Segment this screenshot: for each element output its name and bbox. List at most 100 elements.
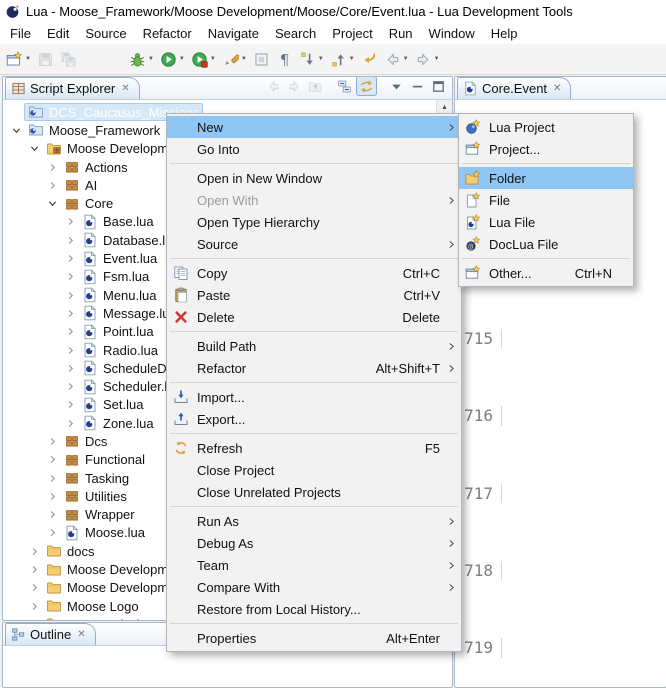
dropdown-caret-icon[interactable]: ▼ — [25, 56, 31, 62]
menu-item[interactable]: Refactor Alt+Shift+T — [167, 357, 461, 379]
tab-script-explorer[interactable]: Script Explorer ✕ — [5, 77, 140, 99]
chevclosed-icon[interactable] — [47, 436, 58, 447]
chevopen-icon[interactable] — [29, 143, 40, 154]
tab-core-event[interactable]: Core.Event ✕ — [457, 77, 571, 99]
dropdown-caret-icon[interactable]: ▼ — [318, 56, 324, 62]
close-icon[interactable]: ✕ — [553, 84, 561, 94]
expand-arrow[interactable] — [45, 491, 60, 502]
expand-arrow[interactable] — [63, 235, 78, 246]
submenu-item[interactable]: File — [459, 189, 633, 211]
menu-item[interactable]: Export... — [167, 408, 461, 430]
view-tool-button[interactable] — [335, 77, 354, 95]
view-tool-button[interactable] — [429, 77, 448, 95]
expand-arrow[interactable] — [27, 601, 42, 612]
menu-item[interactable]: Properties Alt+Enter — [167, 627, 461, 649]
expand-arrow[interactable] — [45, 454, 60, 465]
menubar-item[interactable]: Window — [421, 24, 483, 43]
dropdown-caret-icon[interactable]: ▼ — [179, 56, 185, 62]
menu-item[interactable]: Open in New Window — [167, 167, 461, 189]
menu-item[interactable]: Open With — [167, 189, 461, 211]
expand-arrow[interactable] — [63, 253, 78, 264]
menu-item[interactable]: Run As — [167, 510, 461, 532]
toolbar-button[interactable]: ▼ — [4, 47, 33, 71]
toolbar-button[interactable] — [58, 47, 79, 71]
menu-item[interactable]: Compare With — [167, 576, 461, 598]
menu-item[interactable]: Delete Delete — [167, 306, 461, 328]
menu-item[interactable]: Go Into — [167, 138, 461, 160]
menu-item[interactable]: Open Type Hierarchy — [167, 211, 461, 233]
expand-arrow[interactable] — [27, 619, 42, 620]
menu-item[interactable]: Import... — [167, 386, 461, 408]
menu-item[interactable]: Close Unrelated Projects — [167, 481, 461, 503]
expand-arrow[interactable] — [63, 399, 78, 410]
submenu-item[interactable]: Project... — [459, 138, 633, 160]
chevclosed-icon[interactable] — [65, 253, 76, 264]
chevopen-icon[interactable] — [47, 198, 58, 209]
chevclosed-icon[interactable] — [65, 290, 76, 301]
chevclosed-icon[interactable] — [47, 527, 58, 538]
view-tool-button[interactable] — [387, 77, 406, 95]
expand-arrow[interactable] — [45, 162, 60, 173]
toolbar-button[interactable]: ▼ — [413, 47, 442, 71]
chevclosed-icon[interactable] — [65, 345, 76, 356]
chevclosed-icon[interactable] — [65, 399, 76, 410]
view-tool-button[interactable] — [356, 76, 377, 96]
toolbar-button[interactable]: ▼ — [297, 47, 326, 71]
toolbar-button[interactable]: ▼ — [158, 47, 187, 71]
toolbar-button[interactable]: ▼ — [382, 47, 411, 71]
chevclosed-icon[interactable] — [47, 473, 58, 484]
menu-item[interactable]: Team — [167, 554, 461, 576]
chevopen-icon[interactable] — [11, 125, 22, 136]
expand-arrow[interactable] — [45, 198, 60, 209]
expand-arrow[interactable] — [27, 582, 42, 593]
expand-arrow[interactable] — [45, 180, 60, 191]
menu-item[interactable]: Source — [167, 233, 461, 255]
menubar-item[interactable]: Run — [381, 24, 421, 43]
chevclosed-icon[interactable] — [29, 546, 40, 557]
expand-arrow[interactable] — [45, 527, 60, 538]
dropdown-caret-icon[interactable]: ▼ — [434, 56, 440, 62]
expand-arrow[interactable] — [63, 216, 78, 227]
view-tool-button[interactable] — [408, 77, 427, 95]
expand-arrow[interactable] — [63, 381, 78, 392]
menubar-item[interactable]: Source — [77, 24, 134, 43]
chevclosed-icon[interactable] — [65, 235, 76, 246]
menu-item[interactable]: Copy Ctrl+C — [167, 262, 461, 284]
expand-arrow[interactable] — [63, 345, 78, 356]
toolbar-button[interactable] — [35, 47, 56, 71]
menu-item[interactable]: Refresh F5 — [167, 437, 461, 459]
menubar-item[interactable]: File — [2, 24, 39, 43]
submenu-item[interactable]: Lua Project — [459, 116, 633, 138]
expand-arrow[interactable] — [27, 546, 42, 557]
toolbar-button[interactable]: ▼ — [328, 47, 357, 71]
chevclosed-icon[interactable] — [29, 619, 40, 620]
toolbar-button[interactable]: ▼ — [189, 47, 218, 71]
chevclosed-icon[interactable] — [65, 216, 76, 227]
submenu-item[interactable]: Other... Ctrl+N — [459, 262, 633, 284]
toolbar-button[interactable] — [80, 47, 126, 71]
expand-arrow[interactable] — [63, 418, 78, 429]
expand-arrow[interactable] — [27, 564, 42, 575]
close-icon[interactable]: ✕ — [77, 630, 85, 640]
view-tool-button[interactable] — [285, 77, 304, 95]
menubar-item[interactable]: Refactor — [135, 24, 200, 43]
scroll-up-icon[interactable]: ▲ — [437, 100, 452, 114]
chevclosed-icon[interactable] — [65, 418, 76, 429]
expand-arrow[interactable] — [45, 509, 60, 520]
toolbar-button[interactable]: ▼ — [220, 47, 249, 71]
toolbar-button[interactable] — [359, 47, 380, 71]
menu-item[interactable]: Close Project — [167, 459, 461, 481]
chevclosed-icon[interactable] — [47, 180, 58, 191]
menu-item[interactable]: Debug As — [167, 532, 461, 554]
expand-arrow[interactable] — [63, 308, 78, 319]
chevclosed-icon[interactable] — [65, 271, 76, 282]
expand-arrow[interactable] — [9, 125, 24, 136]
toolbar-button[interactable]: ▼ — [127, 47, 156, 71]
menubar-item[interactable]: Search — [267, 24, 324, 43]
expand-arrow[interactable] — [63, 271, 78, 282]
chevclosed-icon[interactable] — [47, 162, 58, 173]
dropdown-caret-icon[interactable]: ▼ — [210, 56, 216, 62]
menu-item[interactable]: Paste Ctrl+V — [167, 284, 461, 306]
submenu-item[interactable]: Lua File — [459, 211, 633, 233]
menu-item[interactable]: New — [167, 116, 461, 138]
